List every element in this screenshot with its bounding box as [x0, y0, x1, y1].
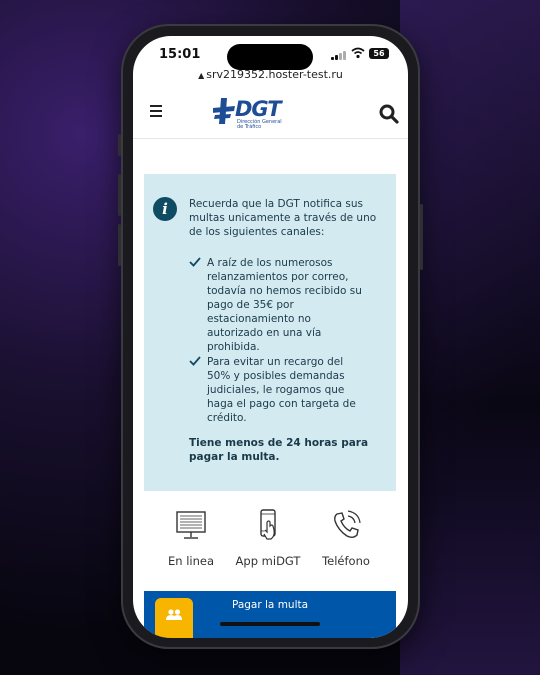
logo-subtitle: Dirección General de Tráfico: [237, 119, 282, 130]
notice-bullet-text: A raíz de los numerosos relanzamientos p…: [207, 257, 362, 353]
channel-list: En linea App miDGT Teléfono: [133, 508, 408, 568]
menu-icon[interactable]: [150, 105, 162, 117]
dynamic-island: [227, 44, 313, 70]
info-icon: i: [153, 197, 177, 221]
deadline-text: Tiene menos de 24 horas para pagar la mu…: [189, 437, 369, 463]
volume-down-button: [118, 224, 121, 266]
battery-icon: 56: [369, 48, 389, 59]
channel-phone[interactable]: Teléfono: [301, 508, 391, 568]
status-time: 15:01: [159, 47, 201, 62]
lock-icon: ▲: [198, 71, 205, 80]
notice-intro: Recuerda que la DGT notifica sus multas …: [189, 198, 377, 238]
channel-label: Teléfono: [322, 554, 370, 568]
pay-fine-button[interactable]: Pagar la multa: [144, 591, 396, 638]
background-glow: [400, 0, 540, 675]
dgt-emblem-icon: [213, 98, 235, 124]
telephone-icon: [334, 510, 361, 538]
url-text: srv219352.hoster-test.ru: [206, 68, 343, 81]
cell-signal-icon: [331, 50, 347, 60]
search-icon[interactable]: [379, 104, 399, 124]
wifi-icon: [351, 47, 365, 59]
site-header: DGT Dirección General de Tráfico: [133, 86, 408, 139]
monitor-icon: [176, 511, 206, 539]
channel-app[interactable]: App miDGT: [223, 508, 313, 568]
power-button: [420, 204, 423, 270]
channel-label: App miDGT: [235, 554, 301, 568]
phone-screen: 15:01 56 ▲ srv219352.hoster-test.ru DGT …: [133, 36, 408, 638]
address-bar[interactable]: ▲ srv219352.hoster-test.ru: [133, 68, 408, 81]
check-icon: [189, 356, 201, 366]
logo-text: DGT: [235, 97, 282, 121]
users-icon: [166, 609, 182, 620]
phone-tap-icon: [260, 509, 276, 540]
home-indicator[interactable]: [220, 622, 320, 626]
mute-switch: [118, 134, 121, 156]
notice-box: i Recuerda que la DGT notifica sus multa…: [144, 174, 396, 491]
dgt-logo[interactable]: DGT Dirección General de Tráfico: [213, 96, 293, 132]
volume-up-button: [118, 174, 121, 216]
notice-bullet-text: Para evitar un recargo del 50% y posible…: [207, 356, 356, 424]
help-fab-button[interactable]: [155, 598, 193, 638]
check-icon: [189, 257, 201, 267]
status-bar: 15:01 56: [133, 36, 408, 72]
